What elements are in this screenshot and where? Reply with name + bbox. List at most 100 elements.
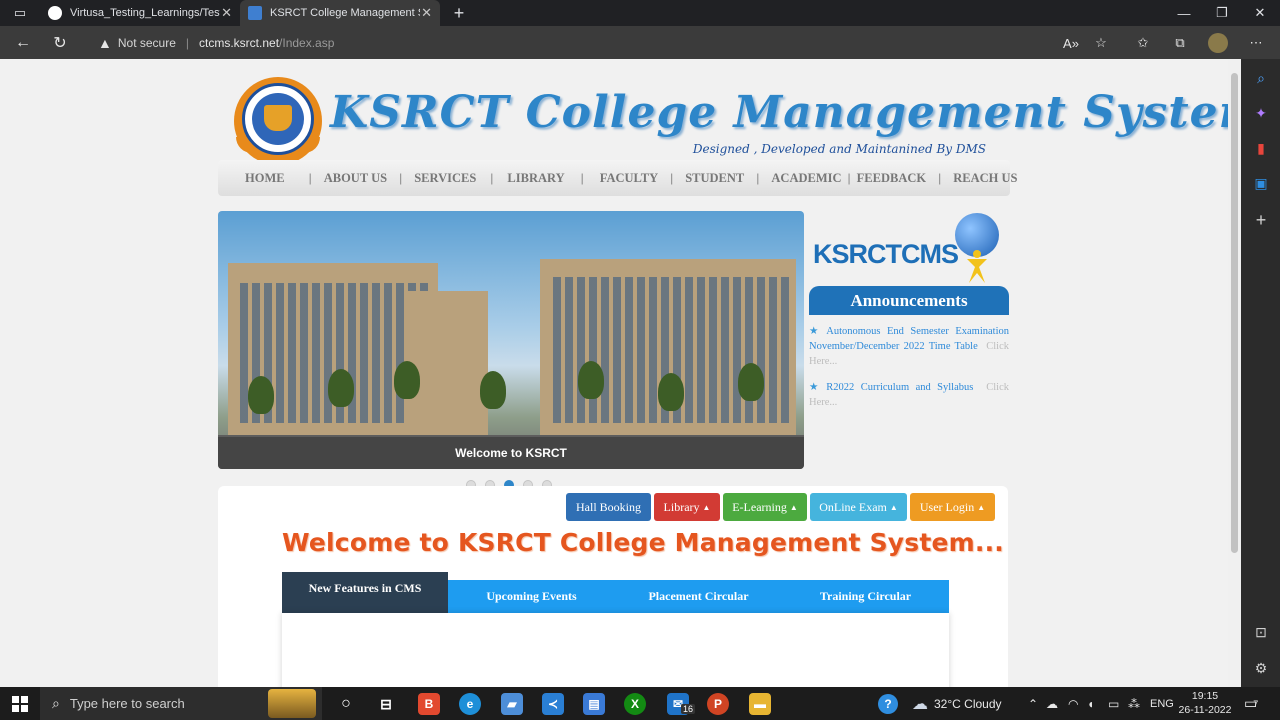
- browser-tab-github[interactable]: Virtusa_Testing_Learnings/Testca ✕: [40, 0, 240, 26]
- announcement-panel: KSRCTCMS Announcements ★ Autonomous End S…: [809, 209, 1009, 469]
- menu-divider: |: [490, 171, 494, 185]
- menu-faculty[interactable]: FACULTY: [600, 171, 658, 186]
- tree: [248, 376, 274, 414]
- edge-icon[interactable]: e: [459, 693, 481, 715]
- discover-icon[interactable]: ✦: [1251, 103, 1271, 123]
- menu-divider: |: [580, 171, 584, 185]
- vscode-icon[interactable]: ≺: [542, 693, 564, 715]
- menu-feedback[interactable]: FEEDBACK: [857, 171, 926, 186]
- settings-icon[interactable]: ⚙: [1251, 658, 1271, 678]
- read-aloud-icon[interactable]: A»: [1058, 30, 1084, 56]
- close-tab-icon[interactable]: ✕: [421, 5, 432, 21]
- outlook-icon[interactable]: ▣: [1251, 173, 1271, 193]
- college-logo[interactable]: [234, 77, 322, 165]
- minimize-icon[interactable]: —: [1165, 0, 1203, 26]
- tab-new-features[interactable]: New Features in CMS: [282, 572, 448, 613]
- menu-home[interactable]: HOME: [245, 171, 285, 186]
- search-icon[interactable]: ⌕: [1251, 68, 1271, 88]
- e-learning-button[interactable]: E-Learning ▲: [723, 493, 807, 521]
- search-icon: ⌕: [52, 695, 60, 711]
- volume-icon[interactable]: ◖: [1087, 687, 1094, 720]
- tree: [738, 363, 764, 401]
- battery-icon[interactable]: ▭: [1108, 687, 1119, 720]
- button-label: User Login: [919, 499, 975, 514]
- profile-avatar[interactable]: [1205, 30, 1231, 56]
- xbox-icon[interactable]: X: [624, 693, 646, 715]
- security-label[interactable]: Not secure: [118, 36, 176, 50]
- new-tab-icon[interactable]: +: [440, 0, 478, 26]
- start-button[interactable]: [0, 687, 40, 720]
- task-view-icon[interactable]: ⊟: [375, 693, 397, 715]
- online-exam-button[interactable]: OnLine Exam ▲: [810, 493, 907, 521]
- library-button[interactable]: Library ▲: [654, 493, 720, 521]
- tree: [480, 371, 506, 409]
- button-label: OnLine Exam: [819, 499, 887, 514]
- announcement-link[interactable]: Autonomous End Semester Examination Nove…: [809, 326, 1009, 352]
- taskbar-search[interactable]: ⌕ Type here to search: [40, 687, 322, 720]
- wifi-icon[interactable]: ◠: [1068, 687, 1078, 720]
- notification-icon[interactable]: ▭ 7: [1244, 687, 1258, 720]
- building-wing: [408, 291, 488, 438]
- bluetooth-icon[interactable]: ⁂: [1128, 687, 1140, 720]
- address-bar: ← ↻ ▲ Not secure | ctcms.ksrct.net/Index…: [0, 26, 1280, 59]
- cortana-icon[interactable]: ○: [335, 693, 357, 715]
- office-icon[interactable]: ▮: [1251, 138, 1271, 158]
- browser-tab-ksrct[interactable]: KSRCT College Management Sys ✕: [240, 0, 440, 26]
- network-icon[interactable]: ☁: [1046, 687, 1058, 720]
- tab-training-circular[interactable]: Training Circular: [782, 580, 949, 613]
- url-field[interactable]: ▲ Not secure | ctcms.ksrct.net/Index.asp: [86, 29, 1126, 56]
- site-header: KSRCT College Management System Designed…: [218, 71, 1228, 165]
- scrollbar-thumb[interactable]: [1231, 73, 1238, 553]
- add-favorite-icon[interactable]: ☆: [1088, 30, 1114, 56]
- tree: [578, 361, 604, 399]
- file-explorer-icon[interactable]: ▬: [749, 693, 771, 715]
- tab-actions-icon[interactable]: ▭: [2, 0, 38, 26]
- tab-placement-circular[interactable]: Placement Circular: [615, 580, 782, 613]
- mail-badge: 16: [681, 704, 696, 714]
- announcement-link[interactable]: R2022 Curriculum and Syllabus: [826, 382, 973, 393]
- store-icon[interactable]: ▤: [583, 693, 605, 715]
- image-slider[interactable]: Welcome to KSRCT: [218, 211, 804, 469]
- browser-tab-bar: ▭ Virtusa_Testing_Learnings/Testca ✕ KSR…: [0, 0, 1280, 26]
- menu-library[interactable]: LIBRARY: [507, 171, 564, 186]
- add-sidebar-icon[interactable]: +: [1251, 210, 1271, 230]
- page-scrollbar[interactable]: [1228, 59, 1241, 687]
- menu-divider: |: [308, 171, 312, 185]
- cloud-icon: ☁: [912, 695, 928, 713]
- menu-divider: |: [399, 171, 403, 185]
- remote-desktop-icon[interactable]: ▰: [501, 693, 523, 715]
- back-icon[interactable]: ←: [10, 30, 36, 56]
- divider: |: [185, 35, 190, 50]
- menu-academic[interactable]: ACADEMIC: [771, 171, 841, 186]
- search-highlight-image: [268, 689, 316, 718]
- tab-title: Virtusa_Testing_Learnings/Testca: [70, 7, 220, 19]
- caret-up-icon: ▲: [889, 502, 898, 512]
- powerpoint-icon[interactable]: P: [707, 693, 729, 715]
- cms-logo-text: KSRCTCMS: [813, 239, 959, 269]
- tab-upcoming-events[interactable]: Upcoming Events: [448, 580, 615, 613]
- help-icon[interactable]: ?: [878, 687, 898, 720]
- close-window-icon[interactable]: ✕: [1241, 0, 1279, 26]
- show-hidden-icons[interactable]: ⌃: [1028, 687, 1038, 720]
- more-menu-icon[interactable]: ⋯: [1243, 30, 1269, 56]
- user-login-button[interactable]: User Login ▲: [910, 493, 995, 521]
- hall-booking-button[interactable]: Hall Booking: [566, 493, 651, 521]
- announcement-item: ★ Autonomous End Semester Examination Nov…: [809, 324, 1009, 369]
- refresh-icon[interactable]: ↻: [47, 30, 73, 56]
- menu-services[interactable]: SERVICES: [414, 171, 476, 186]
- caret-up-icon: ▲: [789, 502, 798, 512]
- language-indicator[interactable]: ENG: [1150, 687, 1174, 720]
- collections-icon[interactable]: ⧉: [1167, 30, 1193, 56]
- favorites-icon[interactable]: ✩: [1130, 30, 1156, 56]
- button-label: E-Learning: [732, 499, 787, 514]
- brave-icon[interactable]: B: [418, 693, 440, 715]
- clock[interactable]: 19:15 26-11-2022: [1172, 689, 1238, 717]
- weather-widget[interactable]: ☁ 32°C Cloudy: [912, 687, 1002, 720]
- menu-about-us[interactable]: ABOUT US: [324, 171, 387, 186]
- maximize-icon[interactable]: ❐: [1203, 0, 1241, 26]
- web-page: KSRCT College Management System Designed…: [0, 59, 1228, 687]
- close-tab-icon[interactable]: ✕: [221, 5, 232, 21]
- menu-reach-us[interactable]: REACH US: [953, 171, 1017, 186]
- menu-student[interactable]: STUDENT: [685, 171, 744, 186]
- sidebar-toggle-icon[interactable]: ⊡: [1251, 622, 1271, 642]
